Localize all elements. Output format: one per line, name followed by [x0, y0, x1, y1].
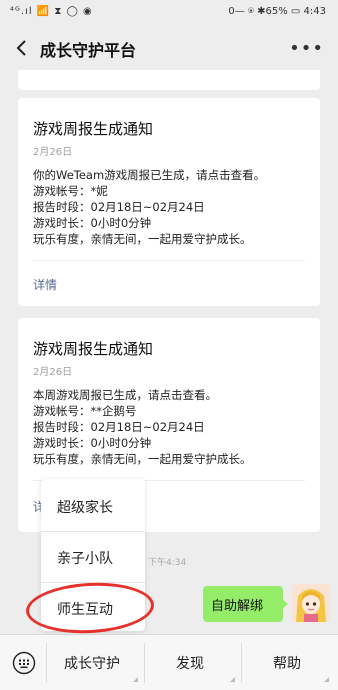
- more-icon[interactable]: •••: [289, 38, 324, 59]
- menu-item-help[interactable]: 帮助: [242, 635, 338, 690]
- card-line: 游戏帐号：*妮: [33, 184, 108, 198]
- menu-item-label: 帮助: [273, 656, 301, 672]
- card-line: 游戏帐号：**企鹅号: [33, 404, 137, 418]
- keyboard-icon[interactable]: [12, 651, 36, 675]
- card-date: 2月26日: [33, 147, 73, 158]
- card-line: 报告时段：02月18日~02月24日: [33, 420, 205, 434]
- chat-bubble-text: 自助解绑: [211, 599, 264, 614]
- card-title: 游戏周报生成通知: [33, 340, 154, 358]
- card-date: 2月26日: [33, 367, 73, 378]
- submenu-indicator: [324, 677, 329, 682]
- message-time: 下午4:34: [148, 558, 187, 568]
- chat-bubble-tail: [281, 598, 288, 610]
- menu-item-growth-guard[interactable]: 成长守护: [47, 635, 144, 690]
- card-line: 本周游戏周报已生成，请点击查看。: [33, 388, 217, 402]
- page-title: 成长守护平台: [40, 41, 137, 60]
- submenu-indicator: [230, 677, 235, 682]
- status-icons-left: ⁴ᴳ.ıl 📶 ⧗ ◯ ◉: [10, 6, 93, 17]
- submenu-item-super-parent[interactable]: 超级家长: [41, 481, 145, 531]
- card-line: 你的WeTeam游戏周报已生成，请点击查看。: [33, 168, 266, 182]
- card-line: 游戏时长：0小时0分钟: [33, 436, 152, 450]
- card-line: 玩乐有度，亲情无间，一起用爱守护成长。: [33, 452, 252, 466]
- card-line: 报告时段：02月18日~02月24日: [33, 200, 205, 214]
- submenu-item-parent-child-team[interactable]: 亲子小队: [41, 532, 145, 582]
- card-line: 玩乐有度，亲情无间，一起用爱守护成长。: [33, 232, 252, 246]
- menu-item-discover[interactable]: 发现: [145, 635, 241, 690]
- chevron-left-icon[interactable]: [12, 36, 32, 60]
- card-body: 本周游戏周报已生成，请点击查看。 游戏帐号：**企鹅号 报告时段：02月18日~…: [33, 387, 313, 467]
- card-title: 游戏周报生成通知: [33, 120, 154, 138]
- status-icons-right: 0⁠— ⍟ ✱65% ▭ 4:43: [228, 6, 326, 17]
- previous-message-card: [18, 70, 320, 90]
- bottom-menu-bar: 成长守护 发现 帮助: [0, 634, 338, 690]
- details-link[interactable]: 详情: [33, 276, 57, 293]
- nav-bar: 成长守护平台 •••: [0, 26, 338, 70]
- status-bar: ⁴ᴳ.ıl 📶 ⧗ ◯ ◉ 0⁠— ⍟ ✱65% ▭ 4:43: [0, 0, 338, 26]
- submenu-item-label: 超级家长: [57, 500, 113, 516]
- avatar[interactable]: [292, 584, 330, 622]
- menu-item-label: 成长守护: [64, 656, 120, 672]
- menu-item-label: 发现: [176, 656, 204, 672]
- card-body: 你的WeTeam游戏周报已生成，请点击查看。 游戏帐号：*妮 报告时段：02月1…: [33, 167, 313, 247]
- divider: [33, 260, 305, 261]
- message-card[interactable]: 游戏周报生成通知 2月26日 你的WeTeam游戏周报已生成，请点击查看。 游戏…: [18, 98, 320, 306]
- submenu-indicator: [133, 677, 138, 682]
- submenu-item-label: 亲子小队: [57, 551, 113, 567]
- card-line: 游戏时长：0小时0分钟: [33, 216, 152, 230]
